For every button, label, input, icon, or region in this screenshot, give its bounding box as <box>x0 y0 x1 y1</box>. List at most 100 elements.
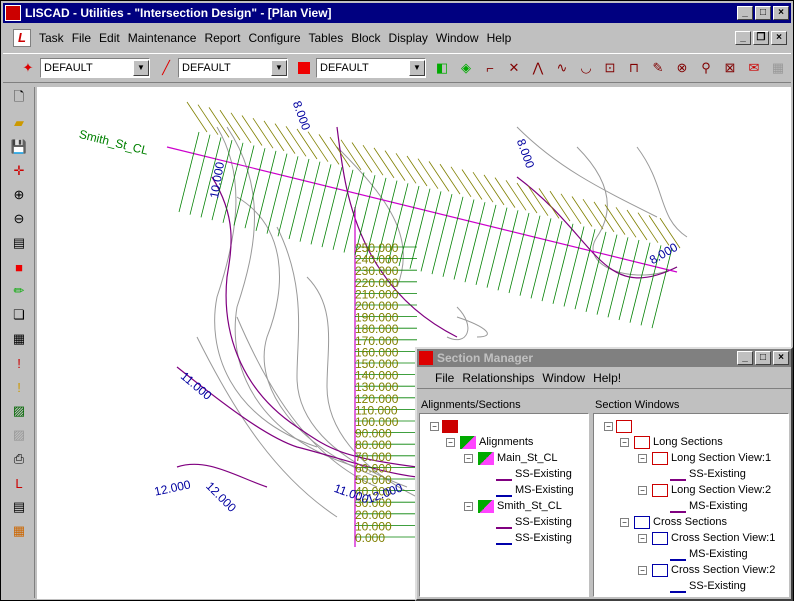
tree-item-long-section-view-2[interactable]: Long Section View:2 <box>652 482 771 498</box>
cross-section-line <box>332 169 354 250</box>
rectangle-tool-icon[interactable]: ⌐ <box>479 57 501 79</box>
delete-point-icon[interactable]: ⊗ <box>671 57 693 79</box>
line-icon[interactable]: ╱ <box>155 57 177 79</box>
chevron-down-icon[interactable]: ▼ <box>409 60 425 76</box>
new-file-icon[interactable]: 🗋 <box>7 88 31 110</box>
collapse-icon[interactable]: − <box>430 422 439 431</box>
tree-item-long-section-view-1[interactable]: Long Section View:1 <box>652 450 771 466</box>
point-insert-icon[interactable]: ⊡ <box>599 57 621 79</box>
collapse-icon[interactable]: − <box>638 566 647 575</box>
layers-icon[interactable]: ❏ <box>7 304 31 326</box>
section-windows-tree[interactable]: − − Long Sections − Long Section View:1 … <box>593 413 789 597</box>
collapse-icon[interactable]: − <box>620 518 629 527</box>
child-minimize-button[interactable]: _ <box>735 31 751 45</box>
menu-edit[interactable]: Edit <box>95 31 124 45</box>
chevron-down-icon[interactable]: ▼ <box>133 60 149 76</box>
tree-item-section[interactable]: SS-Existing <box>496 530 572 546</box>
warning-icon[interactable]: ! <box>7 376 31 398</box>
tree-item-long-sections[interactable]: Long Sections <box>634 434 723 450</box>
menu-maintenance[interactable]: Maintenance <box>124 31 201 45</box>
pan-icon[interactable]: ✛ <box>7 160 31 182</box>
fill-layer-combo[interactable]: DEFAULT ▼ <box>316 58 426 78</box>
tree-item-section[interactable]: MS-Existing <box>496 482 574 498</box>
intersect-tool-icon[interactable]: ✕ <box>503 57 525 79</box>
line-layer-combo[interactable]: DEFAULT ▼ <box>178 58 288 78</box>
menu-configure[interactable]: Configure <box>244 31 304 45</box>
maximize-button[interactable]: □ <box>755 6 771 20</box>
grid-icon[interactable]: ▦ <box>7 520 31 542</box>
mail-icon[interactable]: ✉ <box>743 57 765 79</box>
child-restore-button[interactable]: ❐ <box>753 31 769 45</box>
cross-section-line <box>530 218 552 299</box>
color-icon[interactable]: ■ <box>7 256 31 278</box>
tree-item-cross-section-view-1[interactable]: Cross Section View:1 <box>652 530 775 546</box>
collapse-icon[interactable]: − <box>638 454 647 463</box>
table-icon[interactable]: ▤ <box>7 496 31 518</box>
tree-item-main-st-cl[interactable]: Main_St_CL <box>478 450 558 466</box>
cross-section-line <box>519 215 541 296</box>
sm-minimize-button[interactable]: _ <box>737 351 753 365</box>
arc-tool-icon[interactable]: ◡ <box>575 57 597 79</box>
window-title: LISCAD - Utilities - "Intersection Desig… <box>25 6 332 20</box>
menu-help[interactable]: Help <box>483 31 516 45</box>
sm-menu-help[interactable]: Help! <box>589 371 625 385</box>
zoom-out-icon[interactable]: ⊖ <box>7 208 31 230</box>
tree-item-cross-sections[interactable]: Cross Sections <box>634 514 727 530</box>
tree-item-section[interactable]: SS-Existing <box>496 466 572 482</box>
menu-report[interactable]: Report <box>200 31 244 45</box>
minimize-button[interactable]: _ <box>737 6 753 20</box>
tree-item-smith-st-cl[interactable]: Smith_St_CL <box>478 498 562 514</box>
tree-item-cross-section-view-2[interactable]: Cross Section View:2 <box>652 562 775 578</box>
tree-item-section[interactable]: SS-Existing <box>670 578 746 594</box>
fill-color-icon[interactable] <box>293 57 315 79</box>
menu-block[interactable]: Block <box>347 31 384 45</box>
polyline-tool-icon[interactable]: ∿ <box>551 57 573 79</box>
menu-file[interactable]: File <box>68 31 95 45</box>
close-button[interactable]: × <box>773 6 789 20</box>
offset-tool-icon[interactable]: ⊓ <box>623 57 645 79</box>
tree-item-section[interactable]: MS-Existing <box>670 546 748 562</box>
sm-menu-relationships[interactable]: Relationships <box>458 371 538 385</box>
child-close-button[interactable]: × <box>771 31 787 45</box>
sm-menu-window[interactable]: Window <box>538 371 589 385</box>
menu-task[interactable]: Task <box>35 31 68 45</box>
tree-item-section[interactable]: MS-Existing <box>670 498 748 514</box>
pen-tool-icon[interactable]: ✎ <box>647 57 669 79</box>
collapse-icon[interactable]: − <box>620 438 629 447</box>
collapse-icon[interactable]: − <box>604 422 613 431</box>
collapse-icon[interactable]: − <box>638 486 647 495</box>
zoom-window-icon[interactable]: ▤ <box>7 232 31 254</box>
point-layer-combo[interactable]: DEFAULT ▼ <box>40 58 150 78</box>
collapse-icon[interactable]: − <box>464 454 473 463</box>
remove-tool-icon[interactable]: ⊠ <box>719 57 741 79</box>
collapse-icon[interactable]: − <box>446 438 455 447</box>
tree-item-alignments[interactable]: Alignments <box>460 434 533 450</box>
calculator-icon[interactable]: ▦ <box>7 328 31 350</box>
alignments-tree[interactable]: − − Alignments − Main_St_CL SS-Existing … <box>419 413 589 597</box>
sm-menu-file[interactable]: File <box>431 371 458 385</box>
save-icon[interactable]: 💾 <box>7 136 31 158</box>
zoom-in-icon[interactable]: ⊕ <box>7 184 31 206</box>
hatch-icon[interactable]: ▨ <box>7 400 31 422</box>
join-tool-icon[interactable]: ⋀ <box>527 57 549 79</box>
edit-layer-icon[interactable]: ◈ <box>455 57 477 79</box>
pencil-icon[interactable]: ✏ <box>7 280 31 302</box>
tree-item-section[interactable]: SS-Existing <box>670 466 746 482</box>
collapse-icon[interactable]: − <box>638 534 647 543</box>
chevron-down-icon[interactable]: ▼ <box>271 60 287 76</box>
tree-item-section[interactable]: SS-Existing <box>496 514 572 530</box>
liscad-tool-icon[interactable]: L <box>7 472 31 494</box>
mdi-controls: _ ❐ × <box>735 31 789 45</box>
menu-window[interactable]: Window <box>432 31 483 45</box>
collapse-icon[interactable]: − <box>464 502 473 511</box>
sm-close-button[interactable]: × <box>773 351 789 365</box>
locate-point-icon[interactable]: ⚲ <box>695 57 717 79</box>
point-icon[interactable]: ✦ <box>17 57 39 79</box>
menu-display[interactable]: Display <box>385 31 432 45</box>
alert-icon[interactable]: ! <box>7 352 31 374</box>
printer-icon[interactable]: ⎙ <box>7 448 31 470</box>
new-layer-icon[interactable]: ◧ <box>431 57 453 79</box>
menu-tables[interactable]: Tables <box>305 31 348 45</box>
sm-maximize-button[interactable]: □ <box>755 351 771 365</box>
open-folder-icon[interactable]: ▰ <box>7 112 31 134</box>
